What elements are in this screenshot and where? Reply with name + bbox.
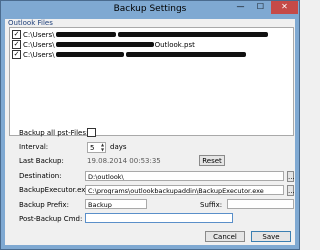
suffix-label: Suffix: — [200, 201, 223, 209]
redaction-mark — [55, 42, 154, 47]
file-checkbox[interactable]: ✓ — [12, 50, 21, 59]
destination-field[interactable]: D:\outlook\ — [85, 171, 284, 181]
destination-label: Destination: — [19, 172, 62, 180]
reset-button[interactable]: Reset — [199, 155, 225, 166]
close-icon[interactable]: ✕ — [271, 1, 298, 14]
outlook-files-label: Outlook Files — [8, 19, 53, 27]
executor-path-field[interactable]: C:\programs\outlookbackupaddin\BackupExe… — [85, 185, 284, 195]
list-item[interactable]: ✓ C:\Users\ — [12, 30, 269, 39]
destination-browse-button[interactable]: ... — [287, 171, 295, 182]
file-path-prefix: C:\Users\ — [23, 50, 55, 59]
file-path-prefix: C:\Users\ — [23, 30, 55, 39]
file-checkbox[interactable]: ✓ — [12, 40, 21, 49]
prefix-field[interactable]: Backup_ — [85, 199, 147, 209]
file-path-prefix: C:\Users\ — [23, 40, 55, 49]
interval-unit: days — [110, 143, 127, 151]
cancel-button[interactable]: Cancel — [205, 231, 245, 242]
executor-label: BackupExecutor.exe: — [19, 186, 92, 194]
title-bar[interactable]: Backup Settings — ☐ ✕ — [1, 1, 299, 19]
redaction-mark — [55, 32, 116, 37]
list-item[interactable]: ✓ C:\Users\ Outlook.pst — [12, 40, 195, 49]
maximize-icon[interactable]: ☐ — [251, 1, 270, 14]
prefix-label: Backup Prefix: — [19, 201, 69, 209]
backup-settings-window: Backup Settings — ☐ ✕ Outlook Files ✓ C:… — [0, 0, 300, 250]
interval-stepper[interactable]: 5 ▲ ▼ — [87, 142, 106, 153]
minimize-icon[interactable]: — — [231, 1, 250, 14]
backup-all-label: Backup all pst-Files: — [19, 129, 89, 137]
redaction-mark — [125, 52, 246, 57]
file-checkbox[interactable]: ✓ — [12, 30, 21, 39]
redaction-mark — [55, 52, 124, 57]
spin-down-icon[interactable]: ▼ — [100, 148, 105, 152]
backup-all-checkbox[interactable] — [87, 128, 96, 137]
dialog-body: Outlook Files ✓ C:\Users\ ✓ C:\Users\ Ou… — [5, 19, 295, 245]
last-backup-label: Last Backup: — [19, 157, 64, 165]
last-backup-value: 19.08.2014 00:53:35 — [87, 157, 161, 165]
file-path-suffix: Outlook.pst — [154, 40, 195, 49]
save-button[interactable]: Save — [251, 231, 291, 242]
list-item[interactable]: ✓ C:\Users\ — [12, 50, 247, 59]
post-backup-cmd-field[interactable] — [85, 213, 233, 223]
suffix-field[interactable] — [227, 199, 294, 209]
interval-value: 5 — [90, 144, 95, 152]
postcmd-label: Post-Backup Cmd: — [19, 215, 83, 223]
executor-browse-button[interactable]: ... — [287, 185, 295, 196]
redaction-mark — [117, 32, 268, 37]
interval-label: Interval: — [19, 143, 49, 151]
outlook-files-list[interactable]: ✓ C:\Users\ ✓ C:\Users\ Outlook.pst ✓ C:… — [9, 27, 294, 136]
